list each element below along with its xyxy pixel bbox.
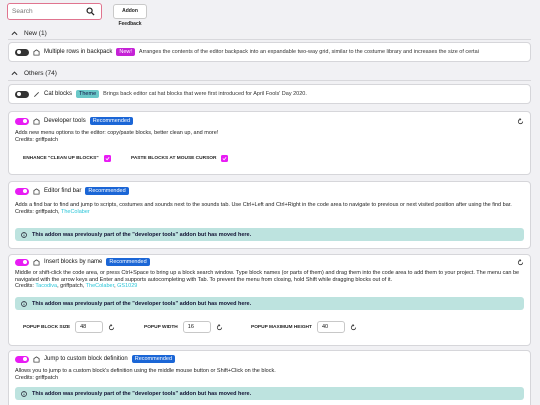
addon-card-developer-tools: Developer tools Recommended Adds new men…	[8, 111, 531, 175]
addon-card-multiple-rows: Multiple rows in backpack New! Arranges …	[8, 42, 531, 62]
section-others-label: Others (74)	[24, 69, 57, 77]
addon-toggle[interactable]	[15, 117, 29, 125]
check-icon	[105, 156, 110, 161]
option-label: ENHANCE "CLEAN UP BLOCKS"	[23, 156, 99, 161]
addon-toggle[interactable]	[15, 258, 29, 266]
description-text: Middle or shift-click the code area, or …	[15, 270, 520, 283]
number-input[interactable]: 48	[75, 321, 104, 333]
notice-text: This addon was previously part of the "d…	[32, 231, 252, 238]
editor-icon	[33, 48, 40, 56]
addon-toggle[interactable]	[15, 355, 29, 363]
brush-icon	[34, 91, 39, 97]
option-popup-block-size: POPUP BLOCK SIZE 48	[23, 321, 115, 333]
editor-icon	[33, 187, 40, 195]
description-text: Adds a find bar to find and jump to scri…	[15, 202, 512, 208]
addon-title: Jump to custom block definition	[44, 356, 128, 362]
moved-notice: This addon was previously part of the "d…	[15, 387, 524, 400]
credit-link[interactable]: TheColaber	[86, 283, 114, 289]
number-input[interactable]: 40	[316, 321, 345, 333]
reset-icon[interactable]	[517, 118, 524, 125]
credits-separator: , griffpatch,	[57, 283, 86, 289]
credit-link[interactable]: GS1029	[117, 283, 137, 289]
option-paste-at-cursor: PASTE BLOCKS AT MOUSE CURSOR	[131, 155, 229, 162]
checkbox[interactable]	[103, 155, 111, 162]
search-input[interactable]	[12, 6, 82, 17]
addon-description: Brings back editor cat hat blocks that w…	[103, 91, 307, 97]
recommended-badge: Recommended	[106, 258, 150, 266]
addon-title: Insert blocks by name	[44, 259, 103, 265]
number-input[interactable]: 16	[182, 321, 211, 333]
addon-description: Arranges the contents of the editor back…	[138, 49, 479, 55]
addon-toggle[interactable]	[15, 48, 29, 56]
recommended-badge: Recommended	[131, 355, 176, 363]
chevron-up-icon	[11, 31, 18, 36]
credits-text: Credits: griffpatch	[15, 136, 59, 143]
credits-text: Credits: griffpatch	[15, 374, 59, 381]
option-label: PASTE BLOCKS AT MOUSE CURSOR	[131, 156, 217, 161]
section-new-header[interactable]: New (1)	[11, 28, 47, 38]
option-label: POPUP WIDTH	[144, 324, 178, 330]
recommended-badge: Recommended	[85, 187, 129, 195]
addon-description: Middle or shift-click the code area, or …	[15, 270, 522, 290]
credit-link[interactable]: Tacodiva	[35, 283, 57, 289]
addon-description: Allows you to jump to a custom block's d…	[15, 368, 522, 381]
option-label: POPUP BLOCK SIZE	[23, 324, 71, 330]
info-icon	[21, 390, 27, 397]
option-label: POPUP MAXIMUM HEIGHT	[251, 324, 312, 330]
top-bar: Addon Feedback	[0, 0, 540, 27]
reset-icon[interactable]	[216, 323, 223, 331]
addon-feedback-button[interactable]: Addon Feedback	[113, 4, 147, 27]
credits-text: Credits: Tacodiva, griffpatch, TheColabe…	[15, 283, 522, 290]
addon-title: Cat blocks	[44, 91, 73, 97]
recommended-badge: Recommended	[89, 117, 133, 125]
credits-prefix: Credits:	[15, 283, 36, 289]
option-popup-max-height: POPUP MAXIMUM HEIGHT 40	[251, 321, 357, 333]
info-icon	[21, 300, 27, 307]
notice-text: This addon was previously part of the "d…	[32, 390, 252, 397]
editor-icon	[33, 258, 40, 266]
search-box[interactable]	[7, 3, 102, 20]
reset-icon[interactable]	[517, 259, 524, 266]
editor-icon	[33, 355, 40, 363]
section-others-header[interactable]: Others (74)	[11, 68, 57, 78]
option-enhance-cleanup: ENHANCE "CLEAN UP BLOCKS"	[23, 155, 111, 162]
addon-description: Adds a find bar to find and jump to scri…	[15, 202, 522, 215]
addon-title: Editor find bar	[44, 188, 82, 194]
divider	[8, 39, 531, 40]
addon-title: Developer tools	[44, 118, 86, 124]
search-icon[interactable]	[86, 7, 95, 16]
credits-prefix: Credits: griffpatch,	[15, 208, 61, 215]
check-icon	[223, 156, 227, 161]
divider	[8, 80, 531, 81]
info-icon	[21, 231, 27, 238]
editor-icon	[33, 117, 40, 125]
theme-badge: Theme	[76, 90, 100, 98]
addon-description: Adds new menu options to the editor: cop…	[15, 130, 522, 143]
addon-card-jump-to-def: Jump to custom block definition Recommen…	[8, 350, 531, 405]
checkbox[interactable]	[221, 155, 229, 162]
moved-notice: This addon was previously part of the "d…	[15, 228, 524, 241]
reset-icon[interactable]	[108, 323, 115, 331]
section-new-label: New (1)	[24, 29, 47, 37]
addon-card-cat-blocks: Cat blocks Theme Brings back editor cat …	[8, 84, 531, 104]
notice-text: This addon was previously part of the "d…	[32, 300, 252, 307]
reset-icon[interactable]	[350, 323, 357, 331]
addon-card-editor-find-bar: Editor find bar Recommended Adds a find …	[8, 181, 531, 249]
credits-text: Credits: griffpatch, TheColaber	[15, 209, 522, 216]
addon-card-insert-blocks: Insert blocks by name Recommended Middle…	[8, 254, 531, 346]
moved-notice: This addon was previously part of the "d…	[15, 297, 524, 310]
addon-title: Multiple rows in backpack	[44, 49, 113, 55]
new-badge: New!	[116, 48, 135, 56]
addon-toggle[interactable]	[15, 187, 29, 195]
chevron-up-icon	[11, 71, 18, 76]
option-popup-width: POPUP WIDTH 16	[144, 321, 223, 333]
addon-toggle[interactable]	[15, 90, 29, 98]
credit-link[interactable]: TheColaber	[61, 209, 90, 215]
